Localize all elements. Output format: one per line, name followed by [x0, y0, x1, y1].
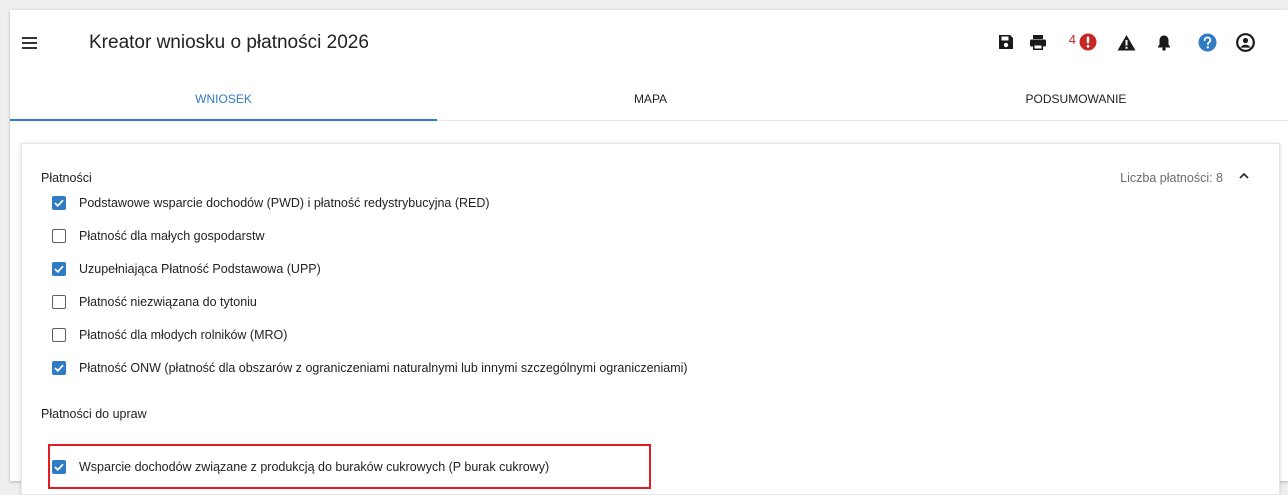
checkbox[interactable]: [52, 460, 66, 474]
payment-option-label: Płatność dla małych gospodarstw: [79, 229, 265, 243]
help-icon[interactable]: [1197, 31, 1217, 53]
tab-bar: WNIOSEK MAPA PODSUMOWANIE: [10, 78, 1288, 121]
checkbox[interactable]: [52, 196, 66, 210]
chevron-up-icon[interactable]: [1235, 167, 1253, 185]
payment-option-pwd-red[interactable]: Podstawowe wsparcie dochodów (PWD) i pła…: [52, 193, 490, 213]
bell-icon[interactable]: [1154, 31, 1174, 53]
crop-payments-section-title: Płatności do upraw: [41, 407, 147, 421]
crop-payment-option-sugar-beet[interactable]: Wsparcie dochodów związane z produkcją d…: [52, 457, 549, 477]
payment-option-onw[interactable]: Płatność ONW (płatność dla obszarów z og…: [52, 358, 688, 378]
error-icon[interactable]: [1078, 31, 1098, 53]
payment-option-label: Uzupełniająca Płatność Podstawowa (UPP): [79, 262, 321, 276]
payment-option-upp[interactable]: Uzupełniająca Płatność Podstawowa (UPP): [52, 259, 321, 279]
checkbox[interactable]: [52, 295, 66, 309]
checkbox[interactable]: [52, 262, 66, 276]
crop-payment-option-label: Wsparcie dochodów związane z produkcją d…: [79, 460, 550, 474]
tab-podsumowanie[interactable]: PODSUMOWANIE: [864, 78, 1288, 120]
payment-option-label: Podstawowe wsparcie dochodów (PWD) i pła…: [79, 196, 490, 210]
payments-section-title: Płatności: [41, 171, 92, 185]
account-icon[interactable]: [1235, 31, 1255, 53]
checkbox[interactable]: [52, 328, 66, 342]
checkbox[interactable]: [52, 361, 66, 375]
warning-icon[interactable]: [1116, 31, 1136, 53]
save-icon[interactable]: [996, 31, 1016, 53]
payment-option-label: Płatność dla młodych rolników (MRO): [79, 328, 288, 342]
payments-count: Liczba płatności: 8: [1120, 171, 1223, 185]
payment-option-label: Płatność niezwiązana do tytoniu: [79, 295, 257, 309]
payment-option-small-farms[interactable]: Płatność dla małych gospodarstw: [52, 226, 265, 246]
checkbox[interactable]: [52, 229, 66, 243]
payment-option-label: Płatność ONW (płatność dla obszarów z og…: [79, 361, 688, 375]
error-count-badge: 4: [1068, 32, 1076, 47]
tab-mapa[interactable]: MAPA: [437, 78, 864, 120]
tab-wniosek[interactable]: WNIOSEK: [10, 78, 437, 121]
payment-option-tobacco[interactable]: Płatność niezwiązana do tytoniu: [52, 292, 257, 312]
page-title: Kreator wniosku o płatności 2026: [89, 32, 369, 53]
payments-panel: Płatności Liczba płatności: 8 Podstawowe…: [21, 143, 1280, 495]
print-icon[interactable]: [1028, 31, 1048, 53]
app-window: Kreator wniosku o płatności 2026 4 WNIOS…: [10, 10, 1288, 495]
payment-option-young-farmers[interactable]: Płatność dla młodych rolników (MRO): [52, 325, 287, 345]
menu-icon[interactable]: [18, 31, 42, 55]
top-bar: Kreator wniosku o płatności 2026 4: [10, 10, 1288, 78]
